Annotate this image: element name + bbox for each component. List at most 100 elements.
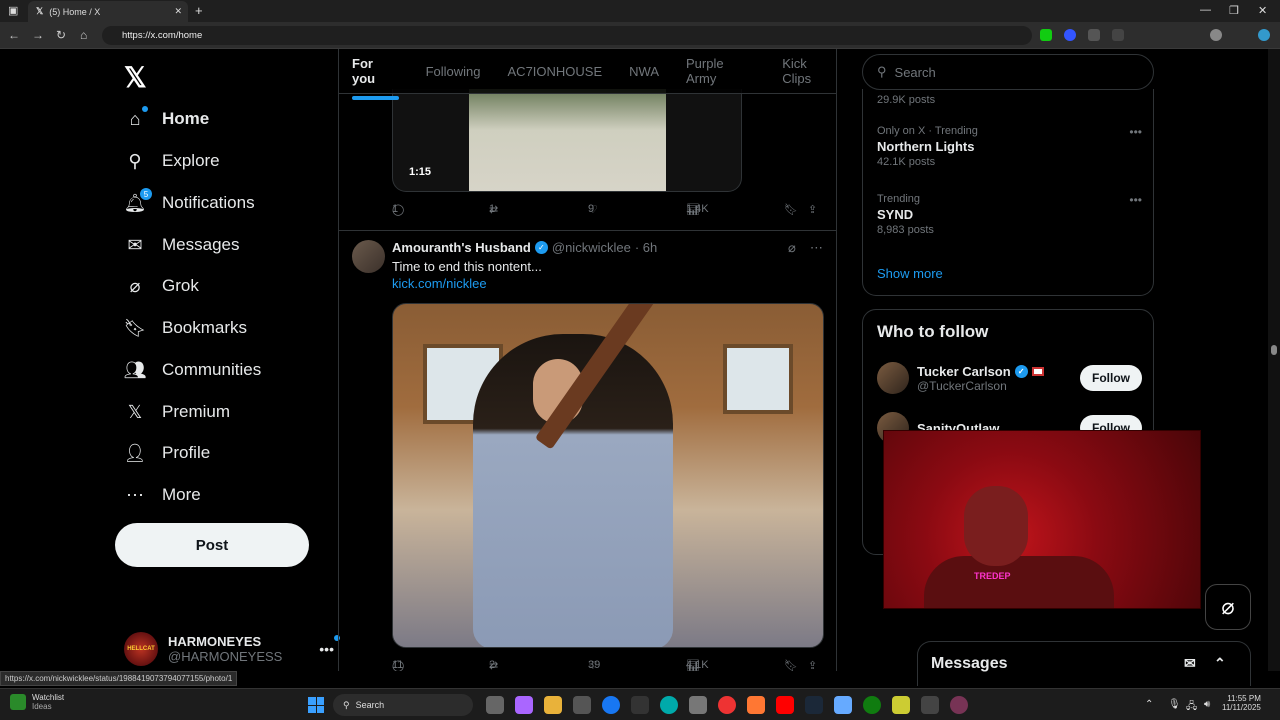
tab-nwa[interactable]: NWA xyxy=(629,64,659,79)
grok-icon[interactable]: ⌀ xyxy=(788,240,796,256)
browser-tab-bar: ▣ 𝕏 (5) Home / X ✕ + — ❐ ✕ xyxy=(0,0,1280,22)
follow-button[interactable]: Follow xyxy=(1080,365,1142,391)
trend-item[interactable]: Trending SYND 8,983 posts ••• xyxy=(877,193,1142,236)
amazon-icon[interactable] xyxy=(631,696,649,714)
forward-icon[interactable]: → xyxy=(32,28,44,42)
facebook-icon[interactable] xyxy=(602,696,620,714)
tab-kick-clips[interactable]: Kick Clips xyxy=(782,56,836,86)
more-dots-icon[interactable]: ••• xyxy=(1129,125,1142,139)
back-icon[interactable]: ← xyxy=(8,28,20,42)
copilot-icon[interactable] xyxy=(1258,29,1270,41)
copilot-icon[interactable] xyxy=(515,696,533,714)
sidebar-item-home[interactable]: ⌂ Home xyxy=(124,104,209,134)
edge-icon[interactable] xyxy=(660,696,678,714)
new-tab-icon[interactable]: + xyxy=(195,3,203,18)
file-explorer-icon[interactable] xyxy=(544,696,562,714)
close-tab-icon[interactable]: ✕ xyxy=(174,6,182,17)
x-logo-icon[interactable]: 𝕏 xyxy=(124,61,147,94)
tab-following[interactable]: Following xyxy=(426,64,481,79)
volume-icon[interactable]: 🔊︎ xyxy=(1204,699,1210,710)
show-more-link[interactable]: Show more xyxy=(877,266,1142,281)
trend-item[interactable]: Only on X · Trending Northern Lights 42.… xyxy=(877,125,1142,168)
app-icon[interactable] xyxy=(950,696,968,714)
new-message-icon[interactable]: ✉ xyxy=(1184,655,1196,672)
xbox-icon[interactable] xyxy=(863,696,881,714)
scrollbar[interactable] xyxy=(1268,49,1280,671)
sidebar-item-communities[interactable]: 👥︎ Communities xyxy=(124,355,262,385)
grok-icon: ⌀ xyxy=(1221,594,1235,619)
notes-icon[interactable] xyxy=(892,696,910,714)
tray-chevron-icon[interactable]: ⌃ xyxy=(1145,699,1153,710)
minimize-icon[interactable]: — xyxy=(1200,4,1211,16)
tweet-video[interactable]: 1:15 xyxy=(392,89,742,192)
grok-button[interactable]: ⌀ xyxy=(1205,584,1251,630)
extension-icon[interactable] xyxy=(1088,29,1100,41)
tab-purple-army[interactable]: Purple Army xyxy=(686,56,755,86)
profile-avatar-icon[interactable] xyxy=(1210,29,1222,41)
close-window-icon[interactable]: ✕ xyxy=(1258,4,1267,17)
trend-item[interactable]: 29.9K posts xyxy=(877,92,1142,106)
account-switcher[interactable]: HELLCAT HARMONEYES @HARMONEYESS ••• xyxy=(124,629,340,669)
vlc-icon[interactable] xyxy=(747,696,765,714)
person-icon: 👤︎ xyxy=(123,442,147,463)
more-dots-icon[interactable]: ⋯ xyxy=(810,240,823,256)
watchlist-widget[interactable]: Watchlist Ideas xyxy=(10,693,64,711)
chrome-icon[interactable] xyxy=(718,696,736,714)
obs-icon[interactable] xyxy=(921,696,939,714)
trend-meta: Only on X · Trending xyxy=(877,125,978,137)
watchlist-label: Watchlist xyxy=(32,693,65,702)
calculator-icon[interactable] xyxy=(689,696,707,714)
taskbar-search[interactable]: ⚲ Search xyxy=(333,694,473,716)
follow-suggestion[interactable]: Tucker Carlson ✓ @TuckerCarlson Follow xyxy=(877,358,1142,398)
sidebar-item-messages[interactable]: ✉ Messages xyxy=(124,230,239,260)
extension-icon[interactable] xyxy=(1112,29,1124,41)
home-browser-icon[interactable]: ⌂ xyxy=(80,28,87,42)
scrollbar-thumb[interactable] xyxy=(1271,345,1277,355)
search-input[interactable]: ⚲ Search xyxy=(862,54,1154,90)
status-url: https://x.com/nickwicklee/status/1988419… xyxy=(0,671,238,686)
tweet-photo[interactable] xyxy=(392,303,824,648)
messages-drawer[interactable]: Messages ✉ ⌃ xyxy=(917,641,1251,686)
extension-icon[interactable] xyxy=(1040,29,1052,41)
task-view-icon[interactable] xyxy=(486,696,504,714)
steam-icon[interactable] xyxy=(805,696,823,714)
more-dots-icon[interactable]: ••• xyxy=(319,635,340,657)
notification-count-badge: 5 xyxy=(140,188,152,200)
sidebar-item-premium[interactable]: 𝕏 Premium xyxy=(124,397,230,427)
sidebar-item-more[interactable]: ⋯ More xyxy=(124,480,201,510)
sidebar-item-grok[interactable]: ⌀ Grok xyxy=(124,271,199,301)
sidebar-item-explore[interactable]: ⚲ Explore xyxy=(124,146,220,176)
sidebar-item-profile[interactable]: 👤︎ Profile xyxy=(123,438,211,468)
sidebar-item-bookmarks[interactable]: 🔖︎ Bookmarks xyxy=(124,313,247,343)
windows-start-icon[interactable] xyxy=(308,697,324,713)
url-field[interactable]: https://x.com/home xyxy=(102,26,1032,45)
sidebar-item-label: Explore xyxy=(162,151,220,170)
main-feed: For you Following AC7IONHOUSE NWA Purple… xyxy=(338,49,837,671)
tab-for-you[interactable]: For you xyxy=(352,56,399,100)
system-clock[interactable]: 11:55 PM 11/11/2025 xyxy=(1222,694,1261,712)
bookmark-icon: 🔖︎ xyxy=(123,317,147,338)
mic-icon[interactable]: 🎙︎ xyxy=(1168,699,1181,710)
tweet-author-name[interactable]: Amouranth's Husband xyxy=(392,240,531,255)
network-icon[interactable]: 🖧︎ xyxy=(1186,699,1197,716)
tab-ac7ionhouse[interactable]: AC7IONHOUSE xyxy=(508,64,603,79)
tweet-time[interactable]: · 6h xyxy=(635,240,657,255)
youtube-icon[interactable] xyxy=(776,696,794,714)
account-name: HARMONEYES xyxy=(168,634,262,649)
tab-actions-icon[interactable]: ▣ xyxy=(8,4,18,17)
refresh-icon[interactable]: ↻ xyxy=(56,28,66,42)
extension-icon[interactable] xyxy=(1064,29,1076,41)
sidebar-item-notifications[interactable]: 🔔︎ 5 Notifications xyxy=(124,188,255,218)
post-button[interactable]: Post xyxy=(115,523,309,567)
browser-tab[interactable]: 𝕏 (5) Home / X ✕ xyxy=(28,1,188,22)
restore-icon[interactable]: ❐ xyxy=(1229,4,1239,17)
tweet-link[interactable]: kick.com/nicklee xyxy=(392,276,487,291)
store-icon[interactable] xyxy=(573,696,591,714)
avatar xyxy=(877,362,909,394)
app-icon[interactable] xyxy=(834,696,852,714)
more-dots-icon[interactable]: ••• xyxy=(1129,193,1142,207)
sidebar-item-label: Grok xyxy=(162,276,199,295)
tweet-author-handle[interactable]: @nickwicklee xyxy=(552,240,631,255)
expand-icon[interactable]: ⌃ xyxy=(1214,655,1226,672)
avatar[interactable] xyxy=(352,240,385,273)
